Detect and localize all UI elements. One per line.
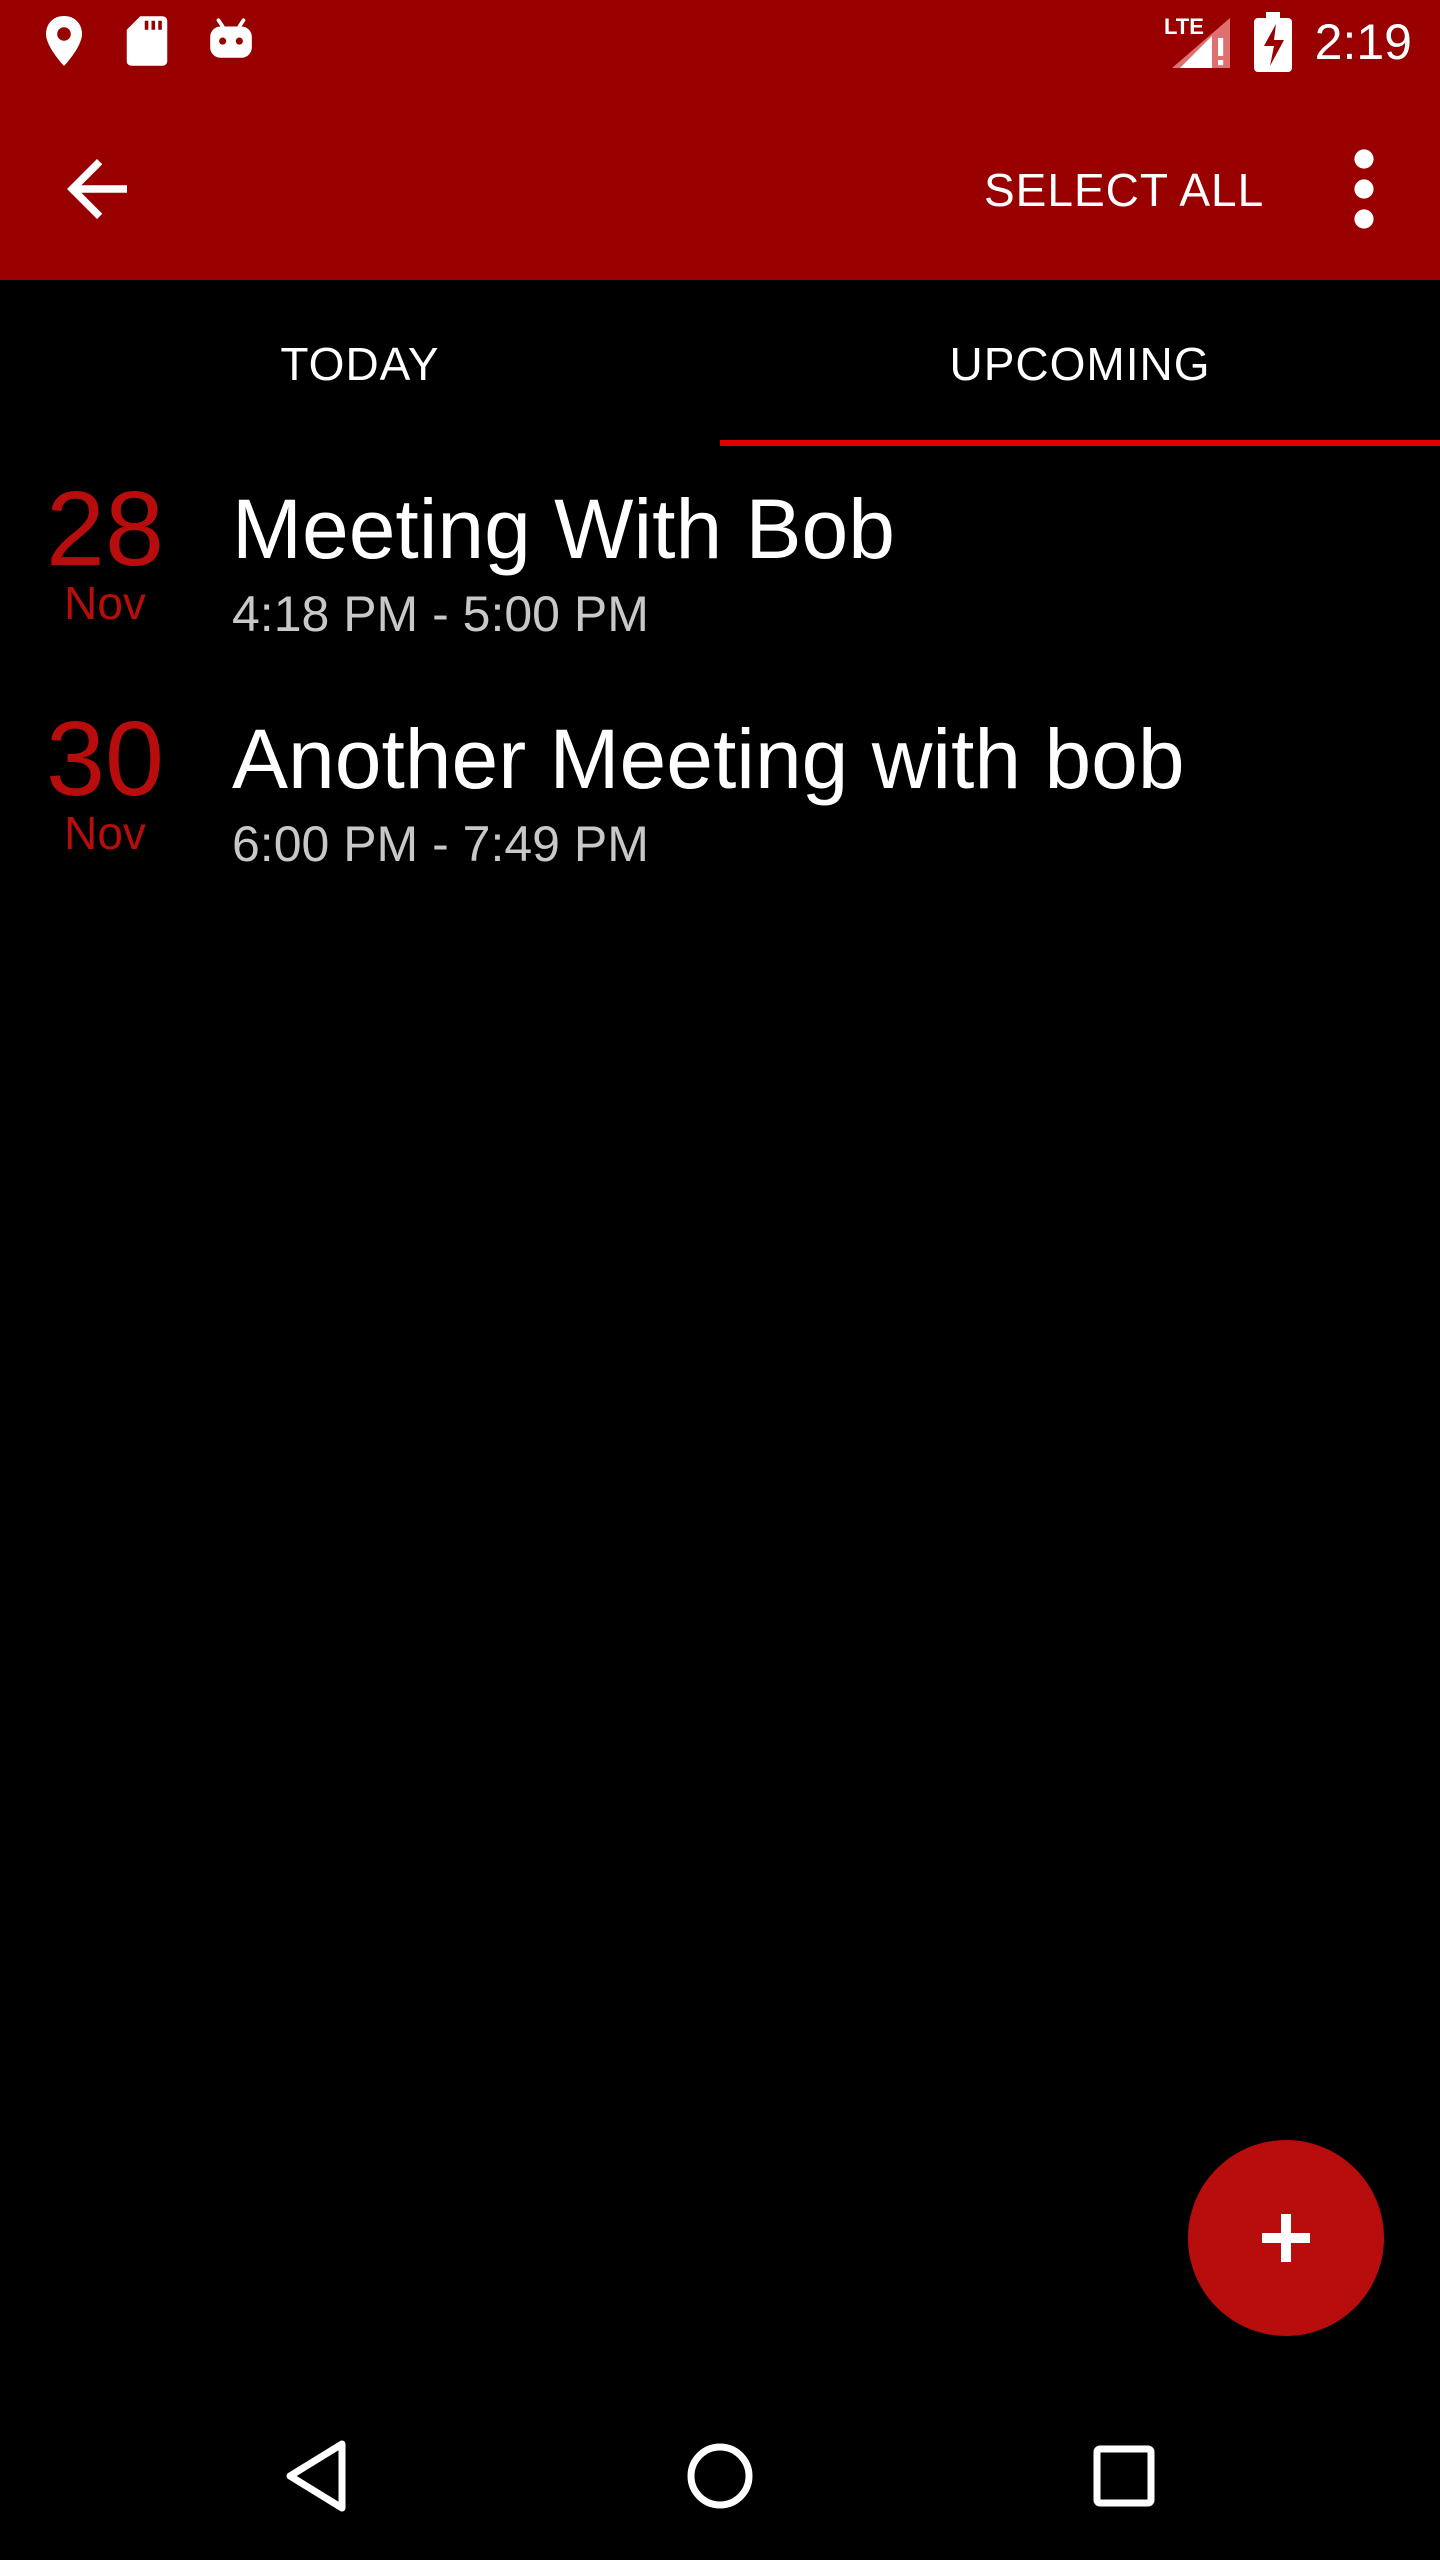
tab-bar: TODAY UPCOMING bbox=[0, 280, 1440, 448]
status-bar: LTE 2:19 bbox=[0, 0, 1440, 84]
tab-indicator bbox=[720, 440, 1440, 446]
sd-card-icon bbox=[126, 16, 168, 66]
battery-charging-icon bbox=[1254, 12, 1292, 72]
clock: 2:19 bbox=[1314, 14, 1412, 70]
event-time: 6:00 PM - 7:49 PM bbox=[232, 816, 649, 872]
event-month: Nov bbox=[64, 807, 146, 859]
arrow-back-icon bbox=[67, 159, 127, 219]
event-day: 28 bbox=[46, 470, 164, 588]
more-vert-icon bbox=[1354, 149, 1374, 229]
event-title: Another Meeting with bob bbox=[232, 712, 1185, 806]
event-item[interactable]: 30 Nov Another Meeting with bob 6:00 PM … bbox=[0, 700, 1440, 920]
nav-home-icon bbox=[687, 2443, 753, 2509]
select-all-button[interactable]: SELECT ALL bbox=[984, 150, 1264, 230]
event-time: 4:18 PM - 5:00 PM bbox=[232, 586, 649, 642]
event-item[interactable]: 28 Nov Meeting With Bob 4:18 PM - 5:00 P… bbox=[0, 470, 1440, 690]
tab-upcoming[interactable]: UPCOMING bbox=[720, 280, 1440, 448]
navigation-bar bbox=[0, 2392, 1440, 2560]
back-button[interactable] bbox=[52, 144, 142, 234]
android-icon bbox=[210, 18, 252, 58]
overflow-menu-button[interactable] bbox=[1334, 144, 1394, 234]
app-bar: SELECT ALL bbox=[0, 84, 1440, 280]
nav-home-button[interactable] bbox=[670, 2426, 770, 2526]
nav-recents-icon bbox=[1093, 2445, 1155, 2507]
nav-recents-button[interactable] bbox=[1074, 2426, 1174, 2526]
add-icon bbox=[1262, 2214, 1310, 2262]
event-title: Meeting With Bob bbox=[232, 482, 895, 576]
event-month: Nov bbox=[64, 577, 146, 629]
nav-back-button[interactable] bbox=[266, 2426, 366, 2526]
add-event-button[interactable] bbox=[1188, 2140, 1384, 2336]
location-icon bbox=[46, 16, 82, 66]
signal-icon bbox=[1172, 18, 1230, 68]
tab-today[interactable]: TODAY bbox=[0, 280, 720, 448]
event-day: 30 bbox=[46, 700, 164, 818]
nav-back-icon bbox=[286, 2440, 346, 2512]
